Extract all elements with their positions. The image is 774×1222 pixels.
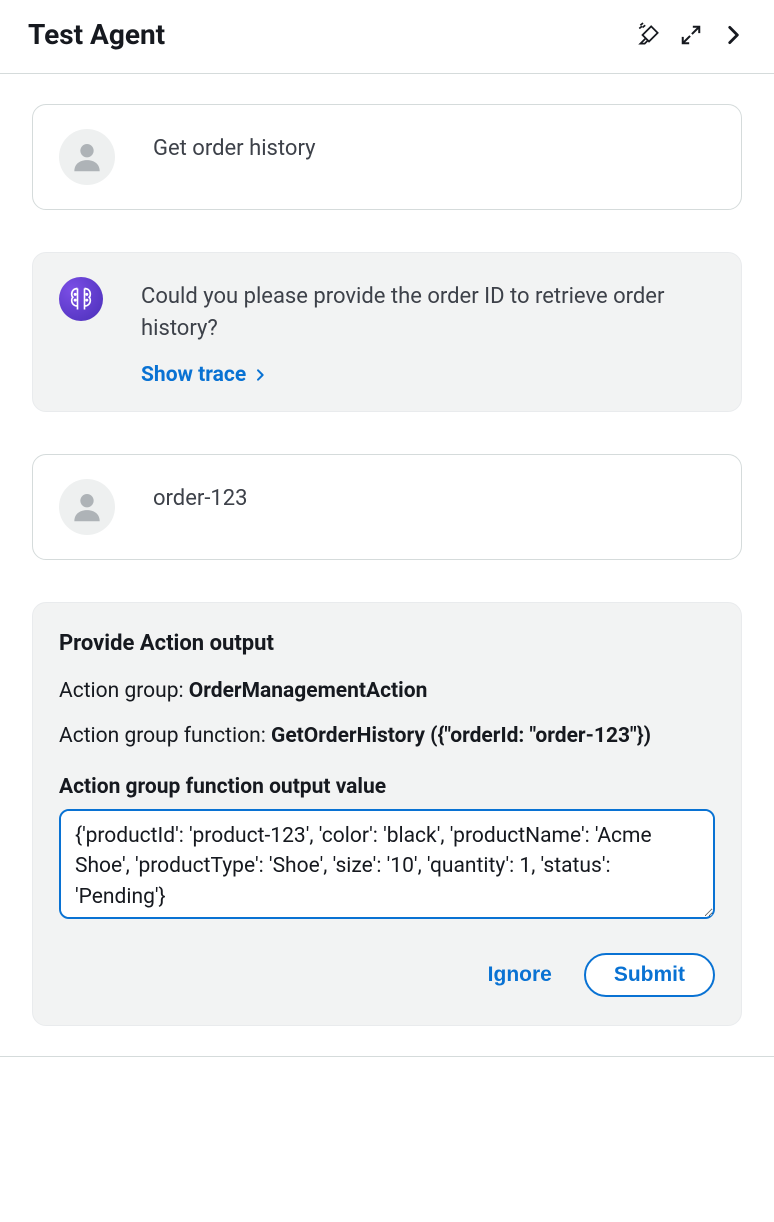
agent-message-text: Could you please provide the order ID to… — [141, 281, 715, 345]
agent-avatar-icon — [59, 277, 103, 321]
chevron-right-icon — [252, 367, 268, 383]
show-trace-label: Show trace — [141, 363, 246, 387]
panel-header: Test Agent — [0, 0, 774, 74]
agent-message: Could you please provide the order ID to… — [32, 252, 742, 412]
user-avatar-icon — [59, 129, 115, 185]
action-group-value: OrderManagementAction — [189, 679, 428, 703]
action-function-row: Action group function: GetOrderHistory (… — [59, 721, 715, 753]
user-message-text: Get order history — [153, 133, 715, 165]
action-group-label: Action group: — [59, 679, 189, 703]
chat-content: Get order history Could you please provi… — [0, 74, 774, 1026]
action-group-row: Action group: OrderManagementAction — [59, 676, 715, 708]
user-message: order-123 — [32, 454, 742, 560]
submit-button[interactable]: Submit — [584, 953, 715, 997]
user-message: Get order history — [32, 104, 742, 210]
action-buttons-row: Ignore Submit — [59, 953, 715, 997]
page-title: Test Agent — [28, 18, 165, 51]
collapse-chevron-icon[interactable] — [720, 22, 746, 48]
action-function-value: GetOrderHistory ({"orderId: "order-123"}… — [271, 724, 651, 748]
output-value-textarea[interactable] — [59, 809, 715, 919]
header-actions — [636, 22, 746, 48]
ignore-button[interactable]: Ignore — [488, 963, 552, 987]
show-trace-link[interactable]: Show trace — [141, 363, 268, 387]
action-heading: Provide Action output — [59, 631, 715, 656]
footer-divider — [0, 1056, 774, 1057]
action-function-label: Action group function: — [59, 724, 271, 748]
user-avatar-icon — [59, 479, 115, 535]
output-value-label: Action group function output value — [59, 775, 715, 799]
clear-icon[interactable] — [636, 22, 662, 48]
user-message-text: order-123 — [153, 483, 715, 515]
action-output-panel: Provide Action output Action group: Orde… — [32, 602, 742, 1026]
expand-icon[interactable] — [680, 24, 702, 46]
